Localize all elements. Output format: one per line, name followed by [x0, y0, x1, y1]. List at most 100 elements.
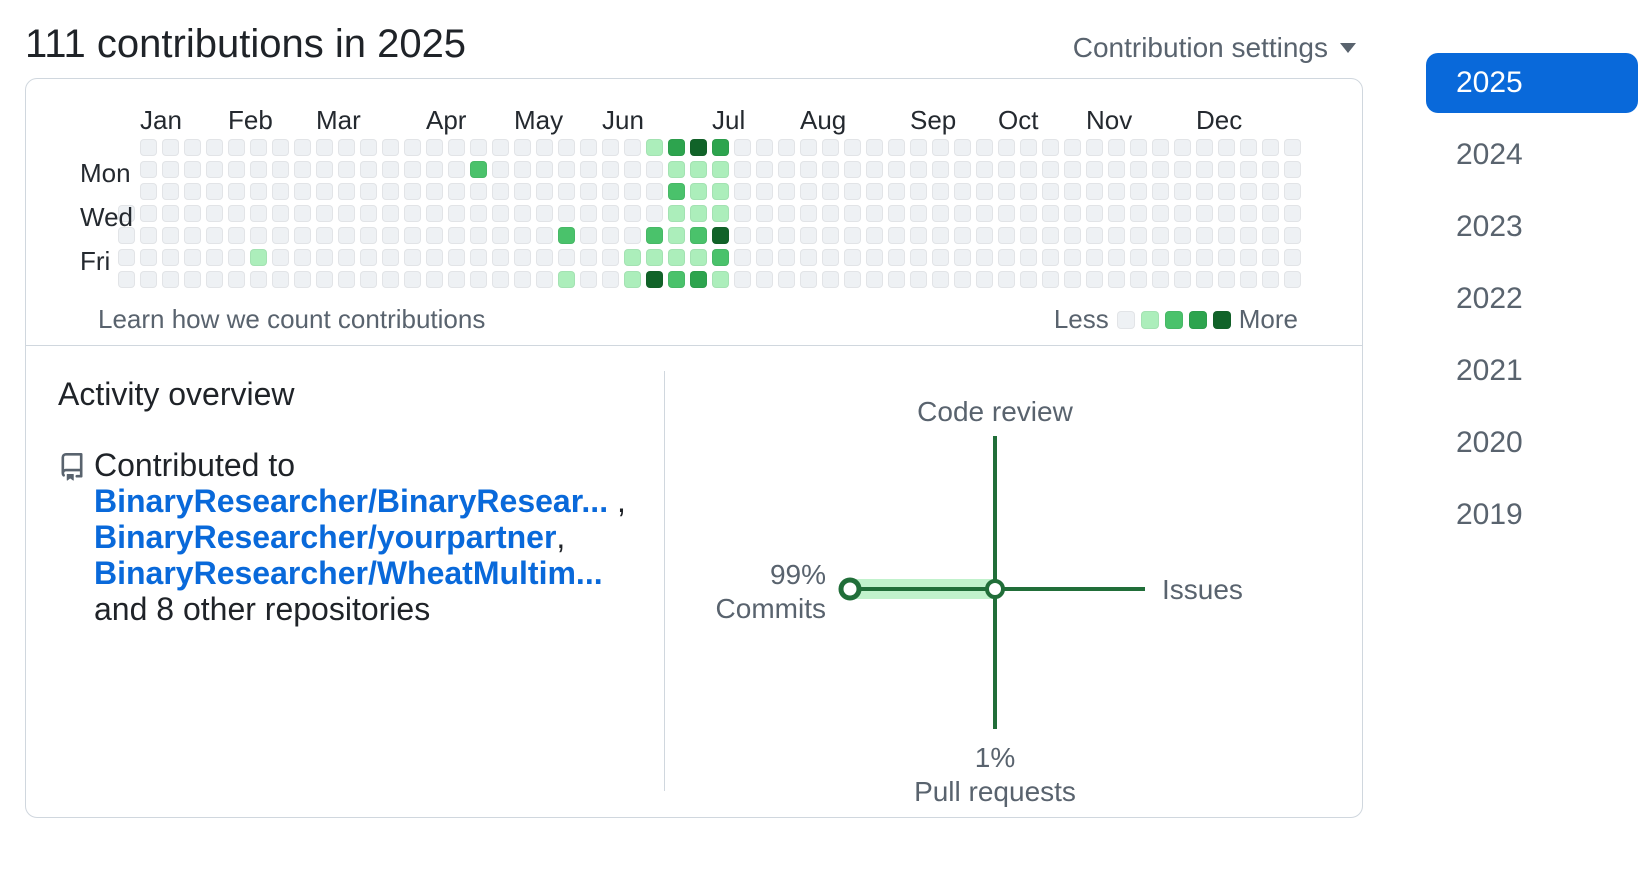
- contribution-cell[interactable]: [888, 249, 905, 266]
- contribution-cell[interactable]: [756, 161, 773, 178]
- contribution-cell[interactable]: [778, 227, 795, 244]
- contribution-cell[interactable]: [162, 227, 179, 244]
- contribution-cell[interactable]: [866, 183, 883, 200]
- contribution-cell[interactable]: [646, 205, 663, 222]
- contribution-cell[interactable]: [602, 227, 619, 244]
- contribution-cell[interactable]: [932, 205, 949, 222]
- contribution-cell[interactable]: [1064, 227, 1081, 244]
- contribution-cell[interactable]: [448, 205, 465, 222]
- contribution-cell[interactable]: [338, 249, 355, 266]
- contribution-cell[interactable]: [184, 161, 201, 178]
- contribution-cell[interactable]: [712, 227, 729, 244]
- contribution-cell[interactable]: [338, 271, 355, 288]
- contribution-cell[interactable]: [1262, 139, 1279, 156]
- contribution-cell[interactable]: [514, 161, 531, 178]
- contribution-cell[interactable]: [360, 139, 377, 156]
- contribution-cell[interactable]: [1108, 205, 1125, 222]
- contribution-cell[interactable]: [184, 271, 201, 288]
- contribution-cell[interactable]: [250, 249, 267, 266]
- contribution-cell[interactable]: [1262, 161, 1279, 178]
- contribution-cell[interactable]: [140, 139, 157, 156]
- contribution-cell[interactable]: [844, 183, 861, 200]
- contribution-cell[interactable]: [976, 161, 993, 178]
- contribution-cell[interactable]: [734, 271, 751, 288]
- contribution-cell[interactable]: [954, 161, 971, 178]
- year-nav-item-2025[interactable]: 2025: [1426, 53, 1638, 113]
- contribution-cell[interactable]: [1020, 183, 1037, 200]
- contribution-cell[interactable]: [1284, 139, 1301, 156]
- contribution-cell[interactable]: [778, 183, 795, 200]
- contribution-cell[interactable]: [1284, 205, 1301, 222]
- contribution-cell[interactable]: [536, 161, 553, 178]
- contribution-cell[interactable]: [1086, 249, 1103, 266]
- contribution-cell[interactable]: [580, 271, 597, 288]
- contribution-cell[interactable]: [734, 205, 751, 222]
- contribution-cell[interactable]: [1174, 227, 1191, 244]
- contribution-cell[interactable]: [338, 227, 355, 244]
- contribution-cell[interactable]: [1218, 205, 1235, 222]
- contribution-cell[interactable]: [690, 249, 707, 266]
- contribution-cell[interactable]: [1108, 227, 1125, 244]
- contribution-cell[interactable]: [1064, 249, 1081, 266]
- contribution-cell[interactable]: [954, 139, 971, 156]
- contribution-cell[interactable]: [1064, 183, 1081, 200]
- contribution-cell[interactable]: [382, 249, 399, 266]
- contribution-cell[interactable]: [338, 161, 355, 178]
- contribution-cell[interactable]: [316, 249, 333, 266]
- contribution-cell[interactable]: [140, 227, 157, 244]
- contribution-cell[interactable]: [1064, 205, 1081, 222]
- contribution-cell[interactable]: [1218, 183, 1235, 200]
- contribution-cell[interactable]: [228, 183, 245, 200]
- contribution-cell[interactable]: [184, 249, 201, 266]
- contribution-cell[interactable]: [1086, 205, 1103, 222]
- contribution-cell[interactable]: [624, 139, 641, 156]
- contribution-cell[interactable]: [822, 227, 839, 244]
- contribution-cell[interactable]: [668, 271, 685, 288]
- contribution-cell[interactable]: [976, 139, 993, 156]
- learn-contributions-link[interactable]: Learn how we count contributions: [98, 304, 485, 335]
- contribution-cell[interactable]: [976, 183, 993, 200]
- contribution-cell[interactable]: [800, 227, 817, 244]
- contribution-cell[interactable]: [646, 227, 663, 244]
- contribution-cell[interactable]: [162, 271, 179, 288]
- contribution-cell[interactable]: [888, 205, 905, 222]
- contribution-cell[interactable]: [536, 227, 553, 244]
- contribution-cell[interactable]: [162, 205, 179, 222]
- contribution-cell[interactable]: [602, 205, 619, 222]
- contribution-cell[interactable]: [272, 227, 289, 244]
- contribution-cell[interactable]: [1020, 205, 1037, 222]
- contribution-cell[interactable]: [866, 161, 883, 178]
- contribution-cell[interactable]: [272, 183, 289, 200]
- contribution-cell[interactable]: [778, 139, 795, 156]
- contribution-cell[interactable]: [492, 183, 509, 200]
- contribution-cell[interactable]: [470, 271, 487, 288]
- contribution-cell[interactable]: [316, 271, 333, 288]
- contribution-cell[interactable]: [206, 183, 223, 200]
- contribution-cell[interactable]: [492, 161, 509, 178]
- contribution-cell[interactable]: [272, 271, 289, 288]
- contribution-cell[interactable]: [426, 183, 443, 200]
- contribution-cell[interactable]: [294, 271, 311, 288]
- contribution-cell[interactable]: [250, 227, 267, 244]
- contribution-cell[interactable]: [316, 183, 333, 200]
- contribution-cell[interactable]: [492, 227, 509, 244]
- contribution-cell[interactable]: [250, 183, 267, 200]
- contribution-cell[interactable]: [382, 271, 399, 288]
- contribution-cell[interactable]: [1020, 139, 1037, 156]
- contribution-cell[interactable]: [1240, 161, 1257, 178]
- contribution-cell[interactable]: [1108, 139, 1125, 156]
- contribution-cell[interactable]: [228, 271, 245, 288]
- contribution-cell[interactable]: [1086, 227, 1103, 244]
- contribution-cell[interactable]: [536, 205, 553, 222]
- year-nav-item-2020[interactable]: 2020: [1426, 413, 1638, 473]
- contribution-cell[interactable]: [250, 271, 267, 288]
- contribution-cell[interactable]: [558, 183, 575, 200]
- contribution-cell[interactable]: [778, 161, 795, 178]
- contribution-cell[interactable]: [800, 183, 817, 200]
- contribution-cell[interactable]: [866, 139, 883, 156]
- contribution-cell[interactable]: [1196, 161, 1213, 178]
- contribution-cell[interactable]: [316, 161, 333, 178]
- contribution-cell[interactable]: [404, 161, 421, 178]
- contribution-cell[interactable]: [1042, 139, 1059, 156]
- contribution-cell[interactable]: [1262, 205, 1279, 222]
